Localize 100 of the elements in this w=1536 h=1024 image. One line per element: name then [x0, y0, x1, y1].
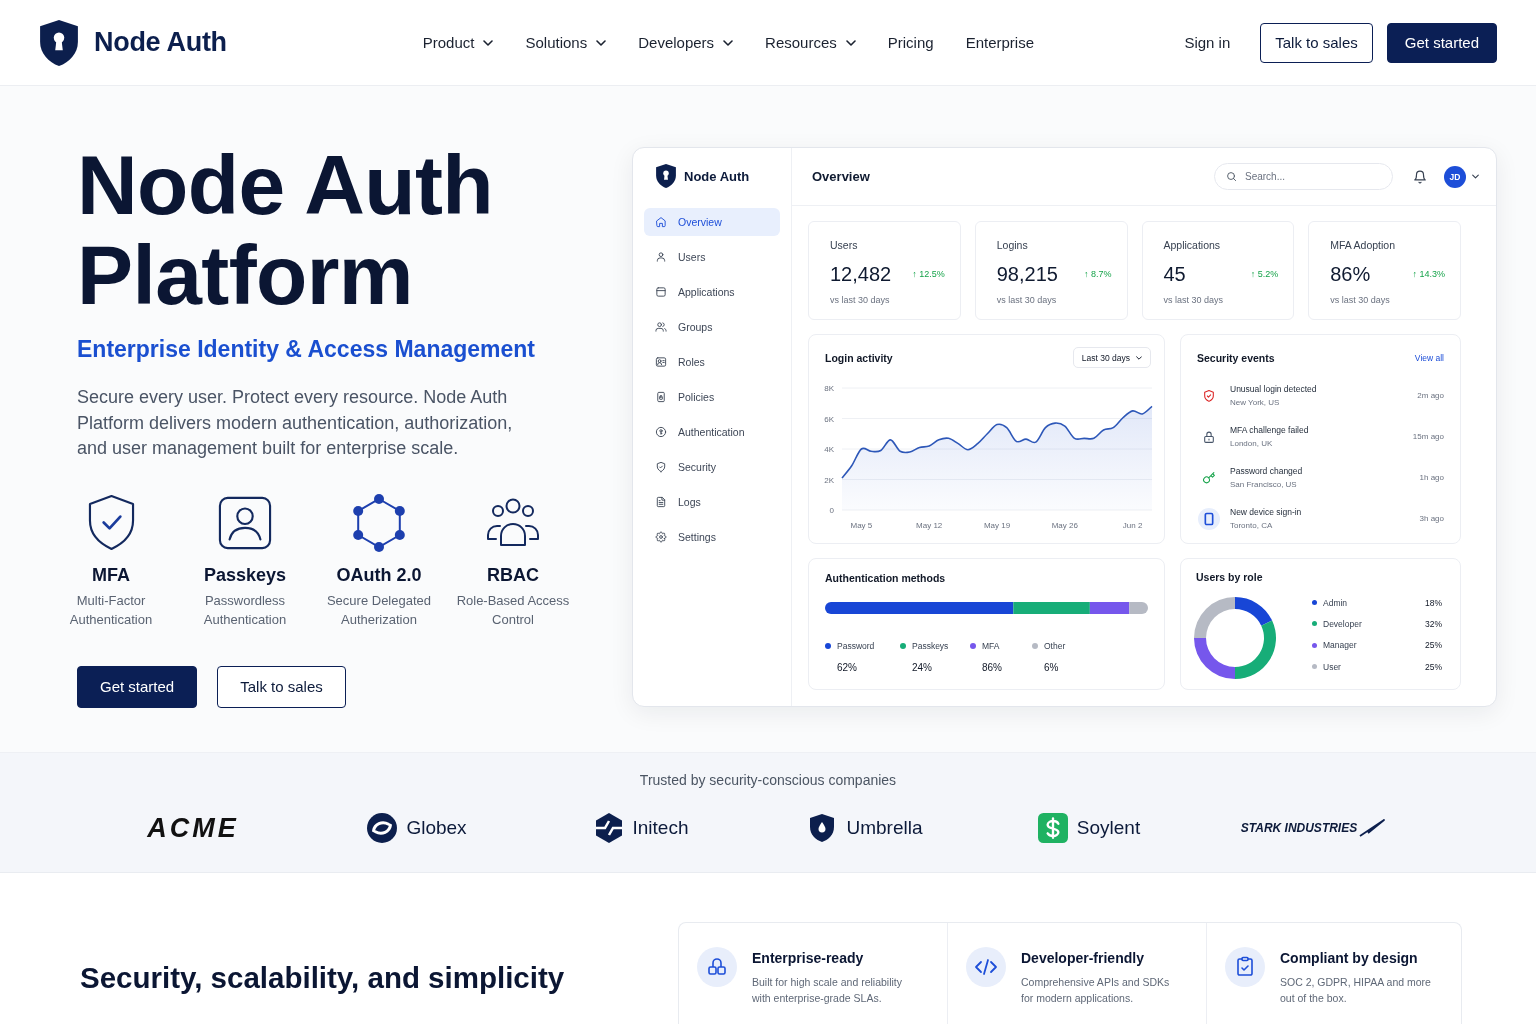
- user-square-icon: [218, 495, 272, 550]
- axis-label: Jun 2: [1122, 521, 1143, 530]
- shield-check-icon: [87, 494, 135, 551]
- users-icon: [655, 321, 667, 333]
- stat-value: 86%: [1330, 262, 1371, 286]
- highlight-description: SOC 2, GDPR, HIPAA and more out of the box.: [1280, 975, 1432, 1006]
- sidebar-item[interactable]: Logs: [644, 488, 780, 516]
- primary-button[interactable]: Get started: [77, 665, 198, 708]
- shield-check-icon: [655, 461, 667, 473]
- sidebar-item[interactable]: Policies: [644, 383, 780, 411]
- feature-description: Passwordless Authentication: [202, 591, 288, 629]
- stat-note: vs last 30 days: [996, 294, 1058, 306]
- code-icon: [966, 947, 1006, 987]
- nav-menu[interactable]: Resources: [765, 34, 856, 51]
- event-title: Password changed: [1230, 464, 1303, 477]
- event-title: New device sign-in: [1230, 505, 1302, 518]
- swoosh-icon: [1359, 819, 1386, 837]
- nav-menu[interactable]: Product: [422, 34, 494, 51]
- legend-label: Developer: [1323, 618, 1362, 629]
- feature-description: Multi-Factor Authentication: [68, 591, 154, 629]
- event-time: 15m ago: [1412, 432, 1444, 441]
- event-time: 3h ago: [1419, 514, 1444, 523]
- legend-value: 18%: [1425, 597, 1442, 608]
- feature-title: OAuth 2.0: [336, 563, 422, 586]
- section-heading: Security, scalability, and simplicity: [80, 960, 566, 996]
- app-window-icon: [655, 286, 667, 298]
- axis-label: May 5: [850, 521, 873, 530]
- nav-link[interactable]: Enterprise: [965, 34, 1034, 51]
- company-wordmark: STARK INDUSTRIES: [1240, 821, 1358, 835]
- clipboard-check-icon: [1225, 947, 1265, 987]
- date-range-dropdown[interactable]: Last 30 days: [1072, 347, 1151, 368]
- legend-value: 86%: [982, 662, 1003, 674]
- lock-icon: [1202, 429, 1216, 444]
- axis-label: May 19: [983, 521, 1011, 530]
- sidebar-item[interactable]: Groups: [644, 313, 780, 341]
- feature-description: Secure Delegated Autherization: [325, 591, 433, 629]
- swirl-logo-icon: [367, 813, 398, 843]
- stat-note: vs last 30 days: [1163, 294, 1225, 306]
- stat-change: ↑ 14.3%: [1412, 269, 1445, 279]
- chevron-down-icon: [845, 39, 856, 46]
- company-name: Globex: [406, 817, 467, 839]
- sidebar-item[interactable]: Security: [644, 453, 780, 481]
- axis-label: May 12: [916, 521, 943, 530]
- brand-name: Node Auth: [94, 27, 227, 58]
- highlight-description: Comprehensive APIs and SDKs for modern applications.: [1021, 975, 1171, 1006]
- legend-label: Password: [837, 640, 875, 652]
- stat-label: Applications: [1163, 238, 1222, 252]
- feature-description: Role-Based Access Control: [455, 591, 571, 629]
- stat-change: ↑ 8.7%: [1084, 269, 1112, 279]
- search-icon: [1226, 171, 1237, 182]
- primary-button[interactable]: Get started: [1386, 22, 1497, 63]
- user-badge-icon: [655, 356, 667, 368]
- document-lock-icon: [655, 391, 667, 403]
- card-title: Authentication methods: [825, 571, 947, 585]
- chevron-down-icon: [1472, 174, 1479, 179]
- legend-label: User: [1323, 661, 1341, 672]
- sign-in-link[interactable]: Sign in: [1184, 34, 1231, 51]
- event-time: 1h ago: [1419, 473, 1444, 482]
- axis-label: 4K: [824, 445, 834, 454]
- people-group-icon: [486, 498, 540, 547]
- document-lines-icon: [655, 496, 667, 508]
- nav-menu[interactable]: Solutions: [525, 34, 607, 51]
- card-title: Users by role: [1196, 570, 1264, 584]
- card-title: Login activity: [825, 351, 893, 364]
- hero-title: Node Auth Platform: [77, 140, 495, 320]
- highlight-description: Built for high scale and reliability with enterprise-grade SLAs.: [752, 975, 903, 1006]
- search-field[interactable]: Search...: [1214, 163, 1393, 190]
- chevron-down-icon: [1136, 355, 1142, 360]
- secondary-button[interactable]: Talk to sales: [217, 665, 346, 708]
- axis-label: May 26: [1051, 521, 1078, 530]
- sidebar-item[interactable]: Settings: [644, 523, 780, 551]
- view-all-link[interactable]: View all: [1414, 352, 1444, 363]
- feature-title: MFA: [92, 563, 130, 586]
- legend-value: 6%: [1044, 662, 1060, 674]
- feature-title: RBAC: [487, 563, 539, 586]
- legend-value: 32%: [1425, 618, 1442, 629]
- sidebar-item[interactable]: Applications: [644, 278, 780, 306]
- stat-value: 45: [1163, 262, 1186, 286]
- stat-note: vs last 30 days: [830, 294, 891, 306]
- hero-description: Secure every user. Protect every resource. Node Auth Platform delivers modern authentication, authorization, and user management built for enterprise scale.: [77, 386, 514, 460]
- event-location: London, UK: [1230, 437, 1274, 450]
- stat-note: vs last 30 days: [1330, 294, 1391, 306]
- avatar[interactable]: JD: [1444, 165, 1466, 188]
- stat-value: 98,215: [996, 262, 1058, 286]
- nav-link[interactable]: Pricing: [887, 34, 934, 51]
- nav-menu[interactable]: Developers: [638, 34, 734, 51]
- company-name: Soylent: [1076, 817, 1141, 839]
- hexagon-logo-icon: [593, 813, 624, 843]
- event-location: San Francisco, US: [1230, 478, 1298, 491]
- highlight-title: Enterprise-ready: [752, 949, 865, 967]
- legend-value: 25%: [1425, 661, 1442, 672]
- bell-icon: [1413, 169, 1427, 184]
- stat-label: MFA Adoption: [1330, 238, 1397, 252]
- sidebar-item[interactable]: Roles: [644, 348, 780, 376]
- sidebar-item[interactable]: Authentication: [644, 418, 780, 446]
- stat-change: ↑ 5.2%: [1250, 269, 1279, 279]
- sidebar-item[interactable]: Overview: [644, 208, 780, 236]
- hexagon-nodes-icon: [352, 492, 406, 553]
- sidebar-item[interactable]: Users: [644, 243, 780, 271]
- secondary-button[interactable]: Talk to sales: [1260, 22, 1373, 63]
